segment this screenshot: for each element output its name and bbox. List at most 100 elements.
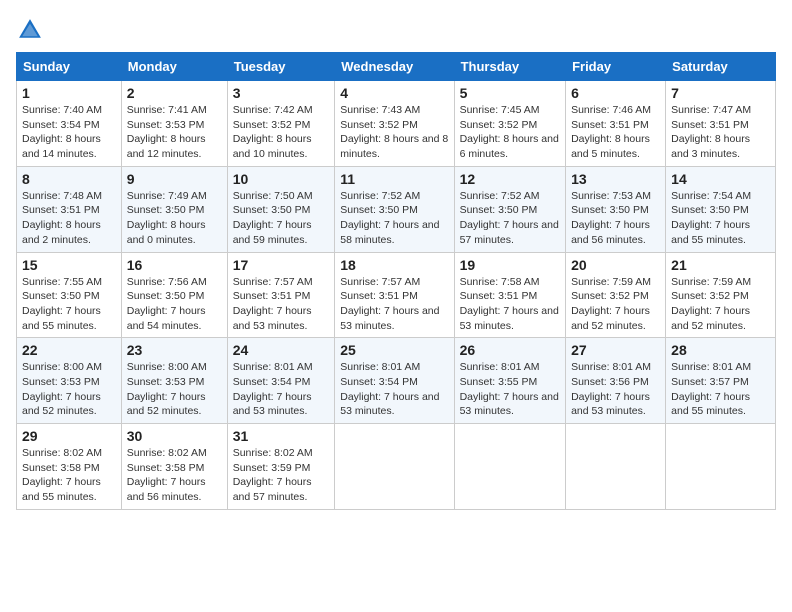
calendar-cell: 21 Sunrise: 7:59 AMSunset: 3:52 PMDaylig… [666,252,776,338]
calendar-cell: 27 Sunrise: 8:01 AMSunset: 3:56 PMDaylig… [566,338,666,424]
day-number: 17 [233,257,330,273]
cell-info: Sunrise: 7:42 AMSunset: 3:52 PMDaylight:… [233,104,313,160]
cell-info: Sunrise: 8:02 AMSunset: 3:58 PMDaylight:… [22,447,102,503]
cell-info: Sunrise: 7:58 AMSunset: 3:51 PMDaylight:… [460,276,559,332]
logo [16,16,48,44]
weekday-header-saturday: Saturday [666,53,776,81]
cell-info: Sunrise: 7:41 AMSunset: 3:53 PMDaylight:… [127,104,207,160]
cell-info: Sunrise: 7:56 AMSunset: 3:50 PMDaylight:… [127,276,207,332]
day-number: 7 [671,85,770,101]
cell-info: Sunrise: 7:54 AMSunset: 3:50 PMDaylight:… [671,190,751,246]
day-number: 10 [233,171,330,187]
calendar-cell: 12 Sunrise: 7:52 AMSunset: 3:50 PMDaylig… [454,166,565,252]
calendar-cell: 13 Sunrise: 7:53 AMSunset: 3:50 PMDaylig… [566,166,666,252]
calendar-cell: 15 Sunrise: 7:55 AMSunset: 3:50 PMDaylig… [17,252,122,338]
day-number: 9 [127,171,222,187]
calendar-week-1: 1 Sunrise: 7:40 AMSunset: 3:54 PMDayligh… [17,81,776,167]
cell-info: Sunrise: 7:45 AMSunset: 3:52 PMDaylight:… [460,104,559,160]
cell-info: Sunrise: 8:01 AMSunset: 3:56 PMDaylight:… [571,361,651,417]
day-number: 15 [22,257,116,273]
cell-info: Sunrise: 7:52 AMSunset: 3:50 PMDaylight:… [340,190,439,246]
day-number: 27 [571,342,660,358]
cell-info: Sunrise: 7:52 AMSunset: 3:50 PMDaylight:… [460,190,559,246]
day-number: 25 [340,342,448,358]
calendar-cell [335,424,454,510]
calendar-cell [454,424,565,510]
calendar-cell: 11 Sunrise: 7:52 AMSunset: 3:50 PMDaylig… [335,166,454,252]
calendar-cell: 7 Sunrise: 7:47 AMSunset: 3:51 PMDayligh… [666,81,776,167]
day-number: 30 [127,428,222,444]
weekday-header-monday: Monday [121,53,227,81]
cell-info: Sunrise: 7:47 AMSunset: 3:51 PMDaylight:… [671,104,751,160]
calendar-cell [666,424,776,510]
cell-info: Sunrise: 7:55 AMSunset: 3:50 PMDaylight:… [22,276,102,332]
calendar-week-4: 22 Sunrise: 8:00 AMSunset: 3:53 PMDaylig… [17,338,776,424]
calendar-cell: 24 Sunrise: 8:01 AMSunset: 3:54 PMDaylig… [227,338,335,424]
day-number: 24 [233,342,330,358]
day-number: 1 [22,85,116,101]
calendar-week-2: 8 Sunrise: 7:48 AMSunset: 3:51 PMDayligh… [17,166,776,252]
day-number: 5 [460,85,560,101]
calendar-cell: 8 Sunrise: 7:48 AMSunset: 3:51 PMDayligh… [17,166,122,252]
cell-info: Sunrise: 7:50 AMSunset: 3:50 PMDaylight:… [233,190,313,246]
calendar-cell: 29 Sunrise: 8:02 AMSunset: 3:58 PMDaylig… [17,424,122,510]
day-number: 26 [460,342,560,358]
day-number: 6 [571,85,660,101]
calendar-cell: 10 Sunrise: 7:50 AMSunset: 3:50 PMDaylig… [227,166,335,252]
cell-info: Sunrise: 7:59 AMSunset: 3:52 PMDaylight:… [671,276,751,332]
cell-info: Sunrise: 7:59 AMSunset: 3:52 PMDaylight:… [571,276,651,332]
cell-info: Sunrise: 8:01 AMSunset: 3:57 PMDaylight:… [671,361,751,417]
day-number: 8 [22,171,116,187]
calendar-cell: 19 Sunrise: 7:58 AMSunset: 3:51 PMDaylig… [454,252,565,338]
calendar-cell: 6 Sunrise: 7:46 AMSunset: 3:51 PMDayligh… [566,81,666,167]
day-number: 23 [127,342,222,358]
weekday-header-tuesday: Tuesday [227,53,335,81]
day-number: 22 [22,342,116,358]
day-number: 4 [340,85,448,101]
calendar-cell: 4 Sunrise: 7:43 AMSunset: 3:52 PMDayligh… [335,81,454,167]
calendar-cell: 3 Sunrise: 7:42 AMSunset: 3:52 PMDayligh… [227,81,335,167]
weekday-header-wednesday: Wednesday [335,53,454,81]
calendar-cell: 30 Sunrise: 8:02 AMSunset: 3:58 PMDaylig… [121,424,227,510]
day-number: 2 [127,85,222,101]
logo-icon [16,16,44,44]
calendar-cell: 23 Sunrise: 8:00 AMSunset: 3:53 PMDaylig… [121,338,227,424]
cell-info: Sunrise: 8:02 AMSunset: 3:59 PMDaylight:… [233,447,313,503]
cell-info: Sunrise: 8:00 AMSunset: 3:53 PMDaylight:… [22,361,102,417]
day-number: 21 [671,257,770,273]
cell-info: Sunrise: 7:57 AMSunset: 3:51 PMDaylight:… [233,276,313,332]
calendar-cell: 22 Sunrise: 8:00 AMSunset: 3:53 PMDaylig… [17,338,122,424]
header [16,16,776,44]
cell-info: Sunrise: 8:01 AMSunset: 3:54 PMDaylight:… [340,361,439,417]
day-number: 31 [233,428,330,444]
cell-info: Sunrise: 7:49 AMSunset: 3:50 PMDaylight:… [127,190,207,246]
day-number: 11 [340,171,448,187]
cell-info: Sunrise: 8:01 AMSunset: 3:55 PMDaylight:… [460,361,559,417]
weekday-header-thursday: Thursday [454,53,565,81]
calendar-cell: 16 Sunrise: 7:56 AMSunset: 3:50 PMDaylig… [121,252,227,338]
calendar-cell: 31 Sunrise: 8:02 AMSunset: 3:59 PMDaylig… [227,424,335,510]
calendar-cell: 17 Sunrise: 7:57 AMSunset: 3:51 PMDaylig… [227,252,335,338]
calendar-cell: 26 Sunrise: 8:01 AMSunset: 3:55 PMDaylig… [454,338,565,424]
cell-info: Sunrise: 8:00 AMSunset: 3:53 PMDaylight:… [127,361,207,417]
weekday-header-friday: Friday [566,53,666,81]
calendar-cell: 18 Sunrise: 7:57 AMSunset: 3:51 PMDaylig… [335,252,454,338]
cell-info: Sunrise: 8:02 AMSunset: 3:58 PMDaylight:… [127,447,207,503]
calendar-cell: 25 Sunrise: 8:01 AMSunset: 3:54 PMDaylig… [335,338,454,424]
calendar-cell: 20 Sunrise: 7:59 AMSunset: 3:52 PMDaylig… [566,252,666,338]
day-number: 29 [22,428,116,444]
day-number: 20 [571,257,660,273]
calendar-cell: 1 Sunrise: 7:40 AMSunset: 3:54 PMDayligh… [17,81,122,167]
day-number: 12 [460,171,560,187]
cell-info: Sunrise: 7:57 AMSunset: 3:51 PMDaylight:… [340,276,439,332]
weekday-header-sunday: Sunday [17,53,122,81]
calendar-week-3: 15 Sunrise: 7:55 AMSunset: 3:50 PMDaylig… [17,252,776,338]
day-number: 13 [571,171,660,187]
calendar-cell: 28 Sunrise: 8:01 AMSunset: 3:57 PMDaylig… [666,338,776,424]
calendar-cell: 9 Sunrise: 7:49 AMSunset: 3:50 PMDayligh… [121,166,227,252]
calendar-week-5: 29 Sunrise: 8:02 AMSunset: 3:58 PMDaylig… [17,424,776,510]
cell-info: Sunrise: 7:46 AMSunset: 3:51 PMDaylight:… [571,104,651,160]
cell-info: Sunrise: 7:48 AMSunset: 3:51 PMDaylight:… [22,190,102,246]
calendar-cell: 14 Sunrise: 7:54 AMSunset: 3:50 PMDaylig… [666,166,776,252]
calendar-cell: 2 Sunrise: 7:41 AMSunset: 3:53 PMDayligh… [121,81,227,167]
